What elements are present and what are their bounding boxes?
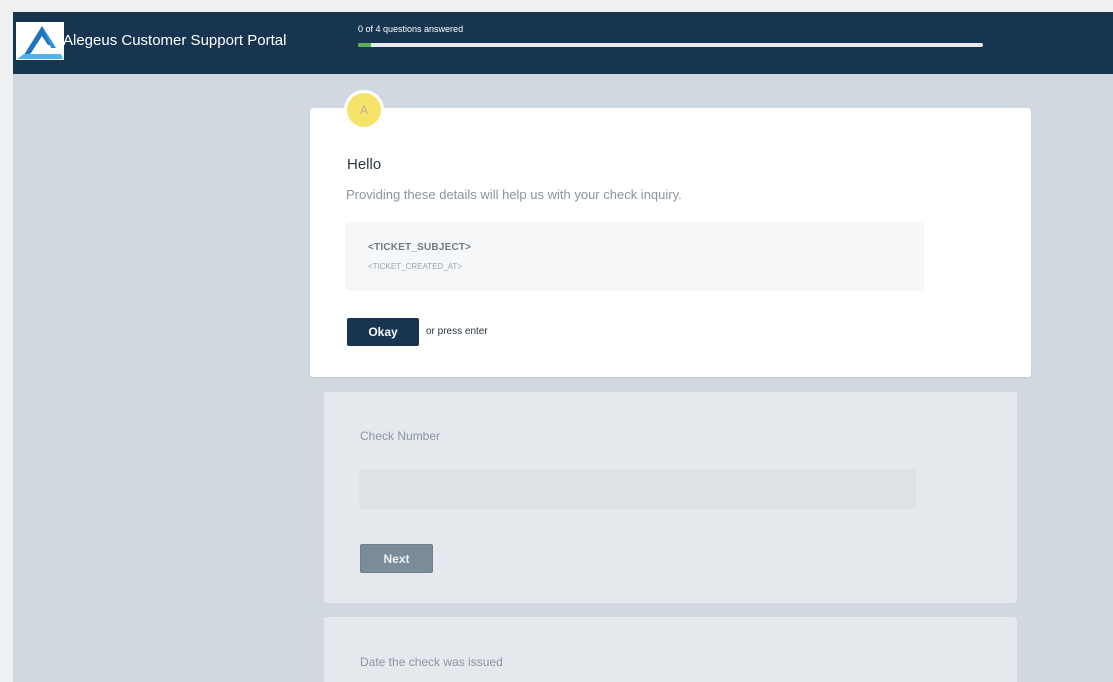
press-enter-hint: or press enter xyxy=(426,326,488,337)
okay-button[interactable]: Okay xyxy=(347,318,419,346)
intro-description: Providing these details will help us wit… xyxy=(346,187,682,202)
date-issued-card xyxy=(324,617,1017,682)
date-issued-label: Date the check was issued xyxy=(360,655,503,669)
check-number-label: Check Number xyxy=(360,429,441,443)
progress-bar xyxy=(358,43,983,47)
progress-label: 0 of 4 questions answered xyxy=(358,24,464,34)
check-number-input[interactable] xyxy=(359,469,916,509)
ticket-subject: <TICKET_SUBJECT> xyxy=(368,242,472,253)
greeting-text: Hello xyxy=(347,156,382,173)
top-bar: Alegeus Customer Support Portal 0 of 4 q… xyxy=(13,12,1113,74)
ticket-info-box xyxy=(345,222,924,291)
alegeus-logo-icon xyxy=(16,22,64,60)
avatar: A xyxy=(344,90,384,130)
portal-title: Alegeus Customer Support Portal xyxy=(63,32,287,49)
progress-fill xyxy=(358,43,371,47)
ticket-created-at: <TICKET_CREATED_AT> xyxy=(368,262,462,271)
next-button[interactable]: Next xyxy=(360,544,433,573)
